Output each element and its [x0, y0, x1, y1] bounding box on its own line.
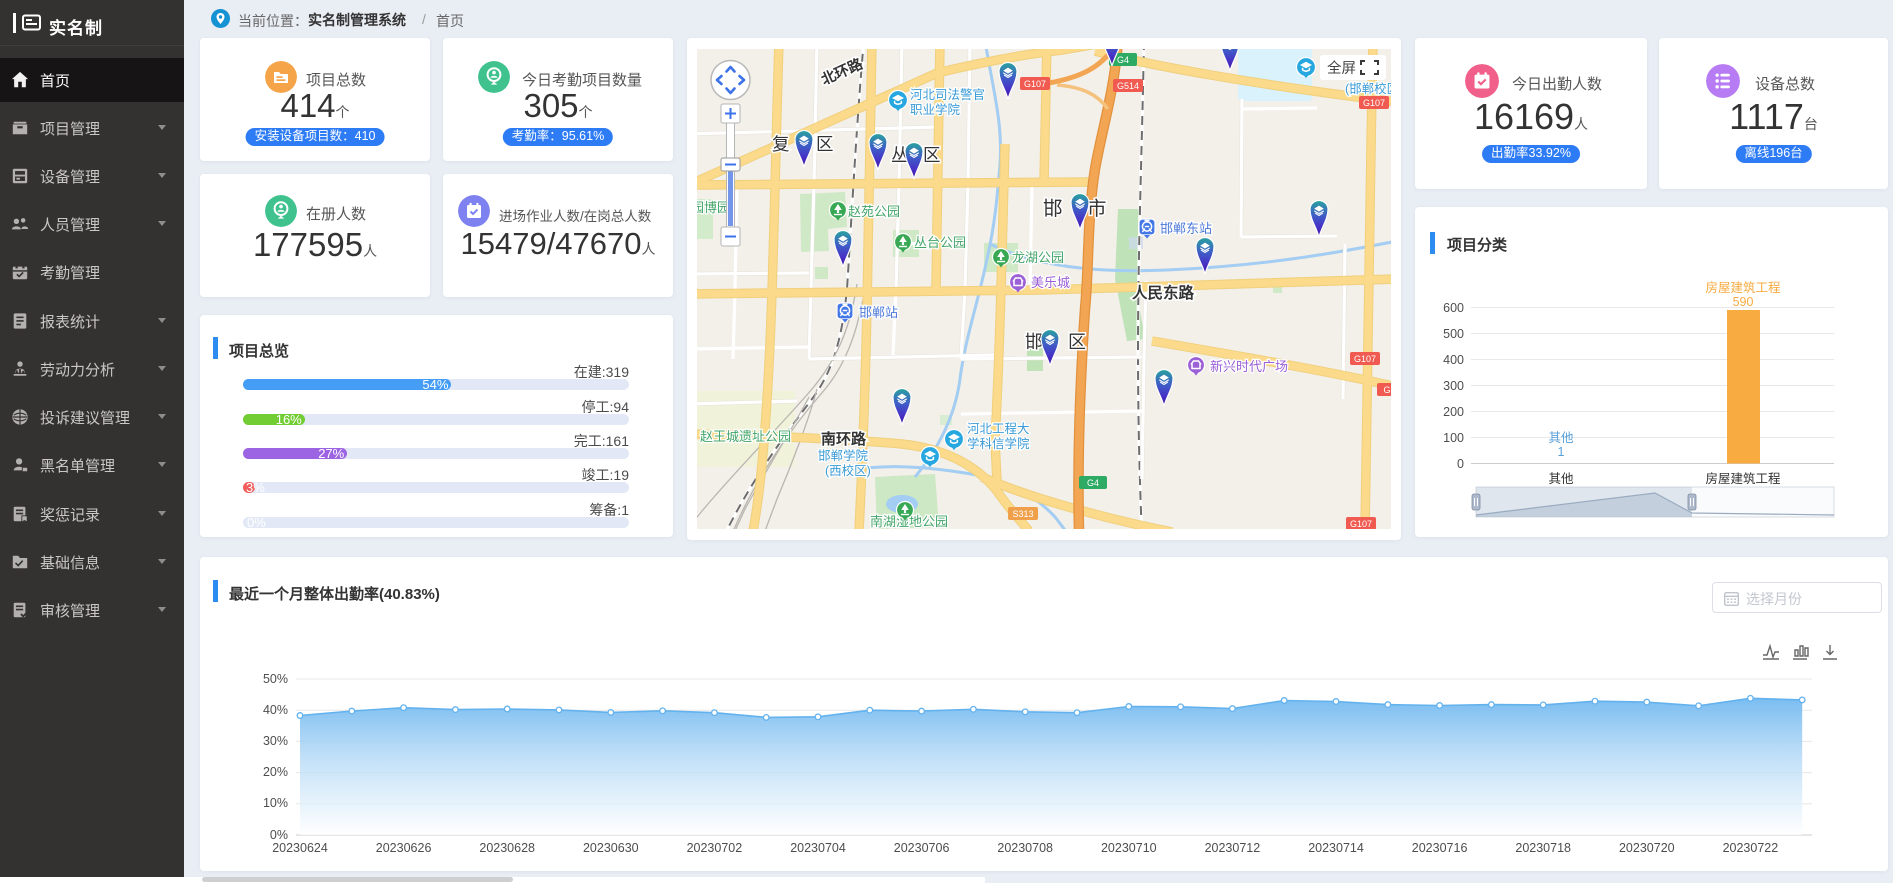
svg-text:丛台公园: 丛台公园 — [914, 235, 966, 250]
svg-text:河北工程大: 河北工程大 — [967, 421, 1030, 436]
svg-text:(西校区): (西校区) — [825, 463, 871, 478]
svg-text:20230710: 20230710 — [1101, 841, 1157, 855]
svg-text:50%: 50% — [263, 672, 288, 686]
svg-text:590: 590 — [1733, 295, 1754, 309]
svg-text:区: 区 — [816, 134, 834, 154]
svg-text:20230716: 20230716 — [1412, 841, 1468, 855]
svg-text:G30: G30 — [1383, 385, 1391, 395]
svg-text:职业学院: 职业学院 — [910, 102, 961, 117]
svg-text:龙湖公园: 龙湖公园 — [1012, 250, 1064, 265]
svg-text:区: 区 — [1068, 332, 1086, 352]
svg-text:南环路: 南环路 — [821, 430, 867, 448]
svg-text:全屏: 全屏 — [1327, 59, 1356, 77]
svg-text:20230722: 20230722 — [1723, 841, 1779, 855]
svg-text:河北司法警官: 河北司法警官 — [910, 87, 985, 102]
svg-text:20230712: 20230712 — [1205, 841, 1261, 855]
svg-text:20230720: 20230720 — [1619, 841, 1675, 855]
svg-text:邯: 邯 — [1025, 332, 1043, 352]
svg-text:其他: 其他 — [1548, 472, 1574, 486]
svg-text:美乐城: 美乐城 — [1031, 275, 1070, 290]
svg-text:其他: 其他 — [1548, 431, 1574, 445]
svg-text:邯郸东站: 邯郸东站 — [1160, 221, 1212, 236]
svg-text:G4: G4 — [1087, 478, 1099, 488]
svg-text:20230630: 20230630 — [583, 841, 639, 855]
svg-text:市: 市 — [1087, 198, 1107, 220]
svg-text:邯郸站: 邯郸站 — [859, 305, 898, 320]
svg-text:20230624: 20230624 — [272, 841, 328, 855]
svg-text:G107: G107 — [1024, 79, 1046, 89]
svg-text:20230626: 20230626 — [376, 841, 432, 855]
svg-text:1: 1 — [1558, 445, 1565, 459]
svg-text:邯: 邯 — [1043, 198, 1063, 220]
svg-text:100: 100 — [1443, 431, 1464, 445]
svg-text:0%: 0% — [270, 828, 288, 842]
svg-text:G107: G107 — [1363, 98, 1385, 108]
svg-text:赵苑公园: 赵苑公园 — [848, 204, 900, 219]
svg-text:20230628: 20230628 — [479, 841, 535, 855]
svg-text:邯郸学院: 邯郸学院 — [818, 448, 869, 463]
svg-text:G107: G107 — [1354, 354, 1376, 364]
svg-text:复: 复 — [772, 134, 790, 154]
svg-text:S313: S313 — [1012, 509, 1033, 519]
svg-text:赵王城遗址公园: 赵王城遗址公园 — [700, 429, 791, 444]
svg-text:20230714: 20230714 — [1308, 841, 1364, 855]
svg-text:G4: G4 — [1117, 55, 1129, 65]
svg-text:(邯郸校区): (邯郸校区) — [1345, 81, 1391, 96]
svg-text:30%: 30% — [263, 734, 288, 748]
svg-text:40%: 40% — [263, 703, 288, 717]
svg-text:20%: 20% — [263, 765, 288, 779]
svg-text:400: 400 — [1443, 353, 1464, 367]
svg-text:10%: 10% — [263, 796, 288, 810]
svg-text:20230708: 20230708 — [997, 841, 1053, 855]
svg-text:G107: G107 — [1350, 519, 1372, 529]
svg-text:0: 0 — [1457, 457, 1464, 471]
svg-text:500: 500 — [1443, 327, 1464, 341]
svg-text:20230718: 20230718 — [1515, 841, 1571, 855]
svg-text:20230706: 20230706 — [894, 841, 950, 855]
svg-text:600: 600 — [1443, 301, 1464, 315]
svg-text:房屋建筑工程: 房屋建筑工程 — [1705, 280, 1781, 295]
svg-text:区: 区 — [923, 145, 941, 165]
svg-text:房屋建筑工程: 房屋建筑工程 — [1705, 471, 1781, 486]
svg-text:学科信学院: 学科信学院 — [967, 436, 1030, 451]
svg-text:20230702: 20230702 — [687, 841, 743, 855]
svg-text:G514: G514 — [1117, 81, 1139, 91]
svg-text:300: 300 — [1443, 379, 1464, 393]
svg-text:新兴时代广场: 新兴时代广场 — [1210, 359, 1288, 374]
svg-text:人民东路: 人民东路 — [1132, 283, 1195, 302]
svg-text:园博园: 园博园 — [697, 200, 730, 215]
svg-text:20230704: 20230704 — [790, 841, 846, 855]
svg-text:200: 200 — [1443, 405, 1464, 419]
